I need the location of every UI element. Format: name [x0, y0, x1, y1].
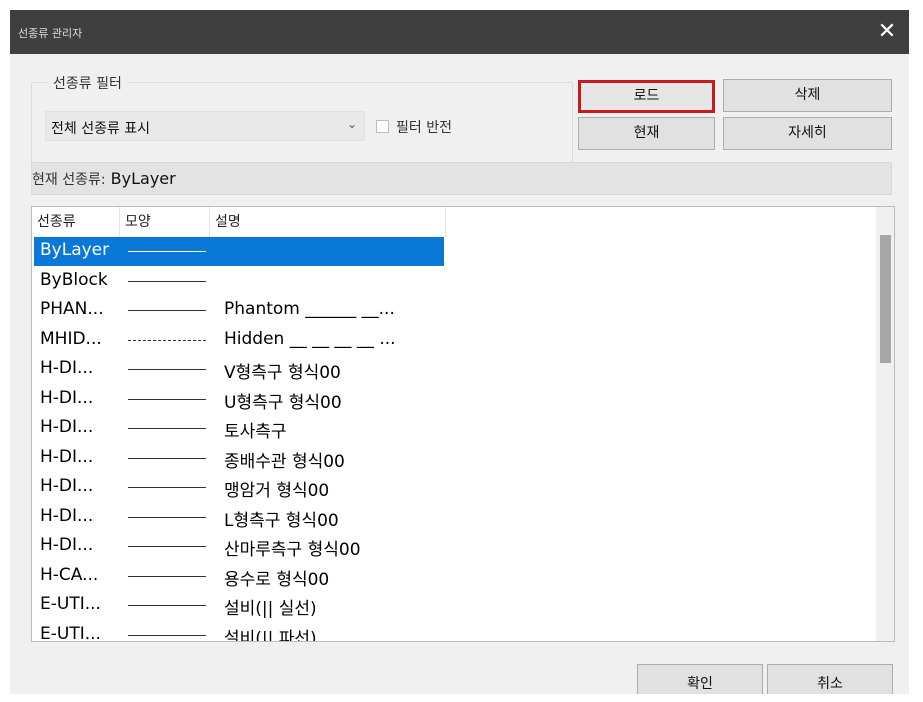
- current-linetype-value: ByLayer: [110, 169, 176, 188]
- invert-filter-checkbox[interactable]: [376, 120, 389, 133]
- linetype-preview: [128, 605, 206, 606]
- load-button[interactable]: 로드: [578, 80, 715, 113]
- linetype-description: Phantom ______ __...: [224, 299, 395, 319]
- linetype-preview: [128, 516, 206, 518]
- linetype-name: H-DI...: [40, 505, 94, 526]
- linetype-filter-group: 선종류 필터 전체 선종류 표시 ⌄ 필터 반전: [31, 73, 573, 163]
- filter-group-label: 선종류 필터: [48, 73, 127, 93]
- linetype-description: V형측구 형식00: [224, 363, 341, 383]
- linetype-name: H-DI...: [40, 387, 94, 408]
- vertical-scrollbar[interactable]: [876, 207, 894, 641]
- table-row[interactable]: H-DI... V형측구 형식00: [34, 355, 444, 384]
- linetype-preview: [128, 310, 206, 311]
- column-header-linetype[interactable]: 선종류: [32, 207, 120, 237]
- linetype-description: Hidden __ __ __ __ ...: [224, 328, 396, 349]
- table-row[interactable]: ByLayer: [34, 237, 444, 266]
- linetype-preview: [128, 280, 206, 282]
- linetype-description: 맹암거 형식00: [224, 481, 330, 501]
- title-bar: 선종류 관리자 ✕: [10, 10, 909, 54]
- linetype-description: 종배수관 형식00: [224, 451, 345, 472]
- linetype-name: PHAN...: [40, 299, 104, 319]
- table-row[interactable]: H-DI... 토사측구: [34, 414, 444, 443]
- linetype-preview: [128, 398, 206, 400]
- ok-button[interactable]: 확인: [637, 664, 763, 694]
- filter-selected-value: 전체 선종류 표시: [51, 121, 151, 137]
- table-row[interactable]: E-UTI... 설비(|| 파선): [34, 621, 444, 642]
- linetype-preview: [128, 546, 206, 547]
- linetype-list[interactable]: 선종류 모양 설명 ByLayer ByBlock PHAN... Phantom _…: [31, 206, 895, 642]
- chevron-down-icon: ⌄: [346, 117, 357, 131]
- linetype-description: 설비(|| 실선): [224, 599, 317, 619]
- linetype-preview: [128, 487, 206, 488]
- invert-filter-label[interactable]: 필터 반전: [396, 117, 452, 137]
- linetype-description: 토사측구: [224, 422, 287, 442]
- close-icon[interactable]: ✕: [865, 10, 909, 54]
- linetype-preview: [128, 339, 206, 341]
- scrollbar-thumb[interactable]: [880, 235, 891, 363]
- table-row[interactable]: PHAN... Phantom ______ __...: [34, 296, 444, 325]
- linetype-preview: [128, 428, 206, 429]
- filter-dropdown[interactable]: 전체 선종류 표시 ⌄: [45, 111, 365, 141]
- linetype-name: H-DI...: [40, 417, 94, 437]
- table-row[interactable]: H-DI... U형측구 형식00: [34, 385, 444, 414]
- linetype-preview: [128, 575, 206, 577]
- table-row[interactable]: H-DI... 산마루측구 형식00: [34, 532, 444, 561]
- linetype-name: H-CA...: [40, 564, 99, 585]
- table-row[interactable]: MHID... Hidden __ __ __ __ ...: [34, 326, 444, 355]
- linetype-name: H-DI...: [40, 476, 94, 496]
- linetype-name: H-DI...: [40, 535, 94, 555]
- table-row[interactable]: H-DI... 종배수관 형식00: [34, 444, 444, 473]
- linetype-preview: [128, 369, 206, 370]
- linetype-name: ByBlock: [40, 269, 108, 290]
- linetype-description: 설비(|| 파선): [224, 628, 317, 642]
- table-row[interactable]: E-UTI... 설비(|| 실선): [34, 591, 444, 620]
- linetype-description: 용수로 형식00: [224, 569, 330, 590]
- table-row[interactable]: ByBlock: [34, 267, 444, 296]
- window-title: 선종류 관리자: [18, 27, 83, 40]
- linetype-preview: [128, 457, 206, 459]
- table-row[interactable]: H-DI... L형측구 형식00: [34, 503, 444, 532]
- linetype-preview: [128, 634, 206, 636]
- linetype-name: ByLayer: [40, 240, 110, 260]
- linetype-preview: [128, 251, 206, 252]
- linetype-name: E-UTI...: [40, 594, 101, 614]
- linetype-description: U형측구 형식00: [224, 392, 342, 413]
- table-row[interactable]: H-DI... 맹암거 형식00: [34, 473, 444, 502]
- details-button[interactable]: 자세히: [723, 117, 892, 150]
- linetype-name: H-DI...: [40, 446, 94, 467]
- linetype-name: E-UTI...: [40, 623, 101, 642]
- current-linetype-text: 현재 선종류: ByLayer: [32, 169, 176, 189]
- list-header: 선종류 모양 설명: [32, 207, 446, 237]
- current-linetype-label: 현재 선종류:: [32, 172, 106, 188]
- linetype-manager-dialog: 선종류 관리자 ✕ 선종류 필터 전체 선종류 표시 ⌄ 필터 반전 로드 삭제…: [10, 10, 909, 694]
- column-header-description[interactable]: 설명: [210, 207, 446, 237]
- current-linetype-bar: 현재 선종류: ByLayer: [31, 162, 892, 195]
- linetype-description: 산마루측구 형식00: [224, 540, 361, 560]
- linetype-description: L형측구 형식00: [224, 510, 339, 531]
- table-row[interactable]: H-CA... 용수로 형식00: [34, 562, 444, 591]
- delete-button[interactable]: 삭제: [723, 79, 892, 112]
- linetype-name: MHID...: [40, 328, 102, 349]
- current-button[interactable]: 현재: [578, 117, 715, 150]
- linetype-name: H-DI...: [40, 358, 94, 378]
- cancel-button[interactable]: 취소: [767, 664, 893, 694]
- column-header-appearance[interactable]: 모양: [120, 207, 210, 237]
